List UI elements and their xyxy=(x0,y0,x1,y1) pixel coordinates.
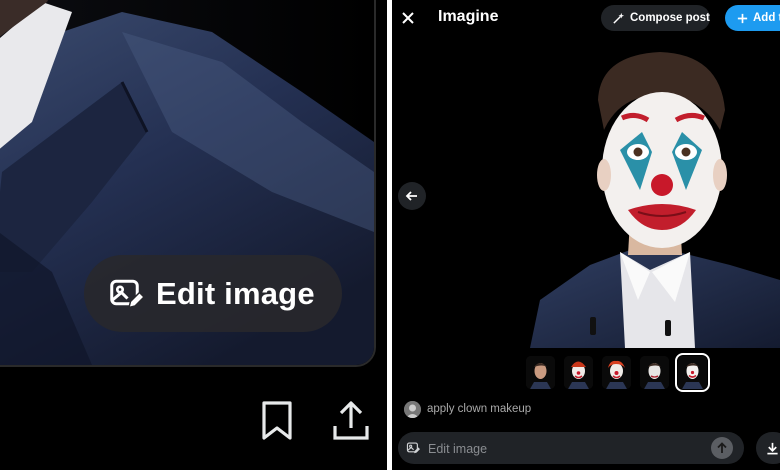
download-icon xyxy=(767,442,778,454)
add-label: Add t xyxy=(753,12,780,24)
edit-image-field[interactable] xyxy=(398,432,744,466)
close-icon[interactable] xyxy=(398,8,418,28)
page-title: Imagine xyxy=(438,8,499,25)
thumbnail-3[interactable] xyxy=(602,356,631,389)
edit-image-label: Edit image xyxy=(156,275,315,311)
arrow-left-icon xyxy=(405,191,417,201)
send-button[interactable] xyxy=(711,437,733,459)
prompt-text: apply clown makeup xyxy=(427,403,532,415)
variation-thumbnails xyxy=(526,353,710,392)
compose-post-button[interactable]: Compose post xyxy=(601,5,710,31)
imagine-panel: Imagine Compose post Add t apply clown m… xyxy=(392,0,780,470)
avatar xyxy=(404,400,421,418)
download-button[interactable] xyxy=(756,432,780,464)
edit-image-input[interactable] xyxy=(426,432,710,466)
partial-action-icon[interactable] xyxy=(0,410,6,449)
share-icon[interactable] xyxy=(332,400,370,447)
post-action-bar xyxy=(0,380,387,470)
image-edit-icon xyxy=(110,279,144,309)
edit-image-button[interactable]: Edit image xyxy=(84,255,342,332)
thumbnail-2[interactable] xyxy=(564,356,593,389)
thumbnail-4[interactable] xyxy=(640,356,669,389)
left-panel: Edit image xyxy=(0,0,387,470)
bookmark-icon[interactable] xyxy=(260,400,294,447)
prompt-history: apply clown makeup xyxy=(404,400,531,418)
compose-sparkle-icon xyxy=(613,12,625,24)
add-to-post-button[interactable]: Add t xyxy=(725,5,780,31)
generated-image xyxy=(520,40,780,348)
thumbnail-5[interactable] xyxy=(675,353,710,392)
compose-post-label: Compose post xyxy=(630,12,710,24)
imagine-header: Imagine Compose post Add t xyxy=(392,0,780,36)
image-edit-icon xyxy=(406,442,420,454)
back-button[interactable] xyxy=(398,182,426,210)
thumbnail-1[interactable] xyxy=(526,356,555,389)
arrow-up-icon xyxy=(717,442,727,453)
add-icon xyxy=(737,13,748,23)
